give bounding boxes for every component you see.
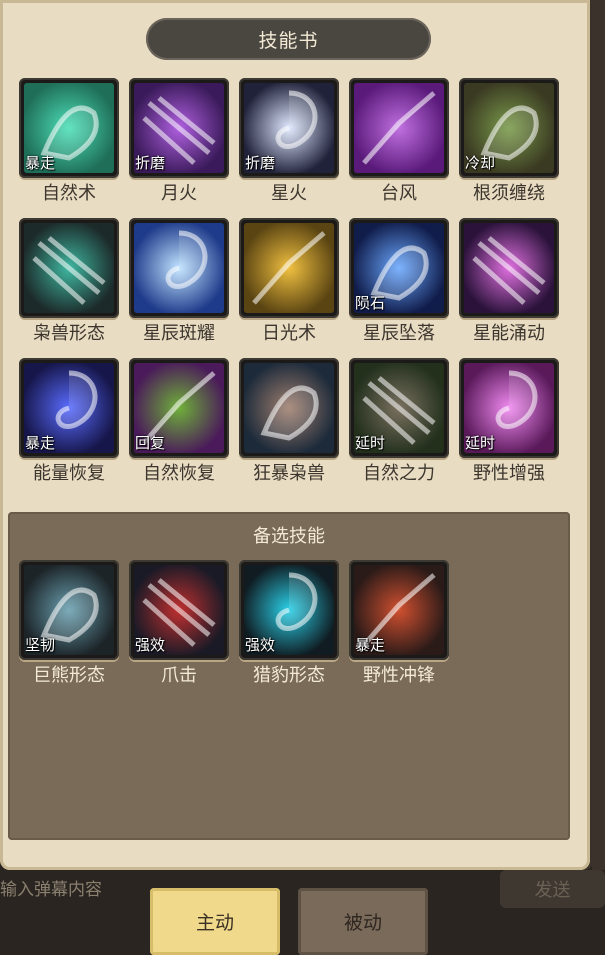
skill-card[interactable]: 暴走自然术 <box>19 78 119 206</box>
skill-name: 猎豹形态 <box>253 665 325 686</box>
skill-name: 狂暴枭兽 <box>253 463 325 484</box>
skill-name: 台风 <box>381 183 417 204</box>
bear-form-icon[interactable]: 坚韧 <box>19 560 119 660</box>
skill-name: 月火 <box>161 183 197 204</box>
reserve-skills-panel: 备选技能 坚韧 巨熊形态 强效 爪击 强效 猎豹形态 暴走 野性冲锋 <box>8 512 570 840</box>
cheetah-form-icon[interactable]: 强效 <box>239 560 339 660</box>
skill-card[interactable]: 强效猎豹形态 <box>239 560 339 688</box>
wild-paw-icon[interactable]: 延时 <box>459 358 559 458</box>
skill-card[interactable]: 狂暴枭兽 <box>239 358 339 486</box>
skill-name: 枭兽形态 <box>33 323 105 344</box>
skill-tag: 延时 <box>465 434 496 452</box>
astral-surge-icon[interactable] <box>459 218 559 318</box>
skill-tag: 冷却 <box>465 154 496 172</box>
entangling-roots-icon[interactable]: 冷却 <box>459 78 559 178</box>
skill-card[interactable]: 延时野性增强 <box>459 358 559 486</box>
skill-name: 野性增强 <box>473 463 545 484</box>
skill-card[interactable]: 星能涌动 <box>459 218 559 346</box>
skill-tag: 延时 <box>355 434 386 452</box>
skill-card[interactable]: 折磨月火 <box>129 78 229 206</box>
skill-card[interactable]: 星辰斑耀 <box>129 218 229 346</box>
skill-card[interactable]: 强效爪击 <box>129 560 229 688</box>
skill-tag: 折磨 <box>135 154 166 172</box>
leaf-restore-icon[interactable]: 回复 <box>129 358 229 458</box>
skill-name: 星辰斑耀 <box>143 323 215 344</box>
skill-card[interactable]: 坚韧巨熊形态 <box>19 560 119 688</box>
skill-glyph <box>362 91 436 165</box>
skill-card[interactable]: 折磨星火 <box>239 78 339 206</box>
skill-name: 野性冲锋 <box>363 665 435 686</box>
reserve-title: 备选技能 <box>253 526 325 547</box>
skill-glyph <box>32 236 106 305</box>
panel-title-text: 技能书 <box>258 29 319 52</box>
panel-title: 技能书 <box>146 18 431 60</box>
skill-card[interactable]: 枭兽形态 <box>19 218 119 346</box>
skill-card[interactable]: 延时自然之力 <box>349 358 449 486</box>
starbeam-icon[interactable] <box>129 218 229 318</box>
skill-card[interactable]: 陨石星辰坠落 <box>349 218 449 346</box>
skill-name: 自然之力 <box>363 463 435 484</box>
skill-tag: 坚韧 <box>25 636 56 654</box>
moonkin-form-icon[interactable] <box>19 218 119 318</box>
starfire-icon[interactable]: 折磨 <box>239 78 339 178</box>
skill-tag: 强效 <box>135 636 166 654</box>
skill-card[interactable]: 暴走能量恢复 <box>19 358 119 486</box>
skill-glyph <box>260 385 319 441</box>
panel-edge <box>592 0 605 880</box>
typhoon-swirl-icon[interactable] <box>349 78 449 178</box>
skill-card[interactable]: 冷却根须缠绕 <box>459 78 559 206</box>
skill-tag: 暴走 <box>25 434 56 452</box>
skill-name: 星能涌动 <box>473 323 545 344</box>
skill-card[interactable]: 暴走野性冲锋 <box>349 560 449 688</box>
starfall-meteor-icon[interactable]: 陨石 <box>349 218 449 318</box>
berserk-moonkin-icon[interactable] <box>239 358 339 458</box>
skill-glyph <box>165 230 208 290</box>
skill-name: 自然术 <box>42 183 96 204</box>
send-button[interactable]: 发送 <box>500 870 605 908</box>
treant-force-icon[interactable]: 延时 <box>349 358 449 458</box>
skill-name: 日光术 <box>262 323 316 344</box>
skill-name: 巨熊形态 <box>33 665 105 686</box>
skill-tag: 回复 <box>135 434 166 452</box>
skill-name: 自然恢复 <box>143 463 215 484</box>
skill-tag: 暴走 <box>355 636 386 654</box>
tab-active-skills[interactable]: 主动 <box>150 888 280 955</box>
sunlight-icon[interactable] <box>239 218 339 318</box>
nature-bloom-icon[interactable]: 暴走 <box>19 78 119 178</box>
claw-strike-icon[interactable]: 强效 <box>129 560 229 660</box>
skill-card[interactable]: 台风 <box>349 78 449 206</box>
skill-name: 星火 <box>271 183 307 204</box>
skill-tag: 强效 <box>245 636 276 654</box>
danmaku-input[interactable]: 输入弹幕内容 <box>0 875 150 905</box>
skill-tag: 折磨 <box>245 154 276 172</box>
skill-glyph <box>252 231 326 305</box>
wild-charge-icon[interactable]: 暴走 <box>349 560 449 660</box>
skill-name: 根须缠绕 <box>473 183 545 204</box>
skill-name: 能量恢复 <box>33 463 105 484</box>
skill-name: 爪击 <box>161 665 197 686</box>
tab-passive-skills[interactable]: 被动 <box>298 888 428 955</box>
skill-name: 星辰坠落 <box>363 323 435 344</box>
skill-glyph <box>472 236 546 305</box>
skill-card[interactable]: 回复自然恢复 <box>129 358 229 486</box>
skill-card[interactable]: 日光术 <box>239 218 339 346</box>
skill-tag: 陨石 <box>355 294 386 312</box>
lightning-restore-icon[interactable]: 暴走 <box>19 358 119 458</box>
moonfire-icon[interactable]: 折磨 <box>129 78 229 178</box>
skill-tag: 暴走 <box>25 154 56 172</box>
